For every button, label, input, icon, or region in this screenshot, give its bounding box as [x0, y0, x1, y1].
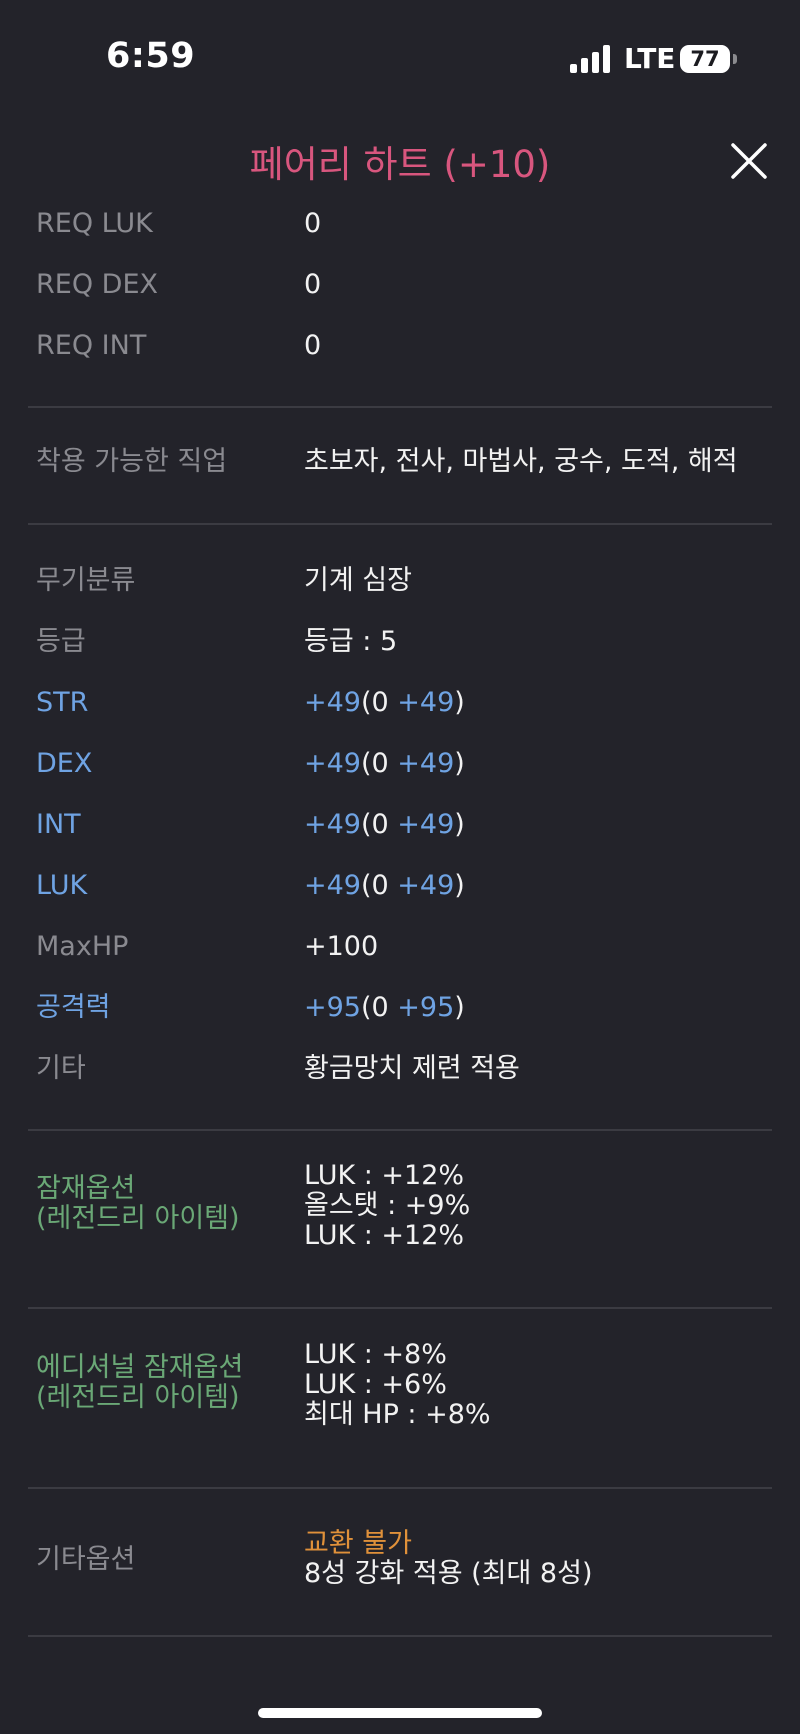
attack-label: 공격력 — [36, 992, 111, 1023]
additional-potential-line-2: LUK : +6% — [304, 1369, 447, 1400]
int-base: (0 — [360, 809, 398, 840]
additional-potential-label-line2: (레전드리 아이템) — [36, 1382, 240, 1413]
maxhp-value: +100 — [304, 931, 379, 962]
dex-close: ) — [454, 748, 465, 779]
int-bonus: +49 — [397, 809, 455, 840]
str-total: +49 — [304, 687, 361, 718]
luk-total: +49 — [304, 870, 361, 901]
item-title: 페어리 하트 (+10) — [249, 143, 551, 186]
battery-nub — [733, 54, 737, 64]
dex-base: (0 — [360, 748, 398, 779]
weapon-type-value: 기계 심장 — [304, 565, 412, 596]
luk-label: LUK — [36, 870, 88, 901]
luk-base: (0 — [360, 870, 398, 901]
jobs-value: 초보자, 전사, 마법사, 궁수, 도적, 해적 — [304, 446, 738, 477]
additional-potential-label: 에디셔널 잠재옵션 (레전드리 아이템) — [36, 1353, 243, 1413]
str-bonus: +49 — [397, 687, 455, 718]
divider — [28, 1487, 772, 1489]
status-bar: 6:59 LTE 77 — [0, 0, 800, 110]
divider — [28, 1635, 772, 1637]
attack-bonus: +95 — [397, 992, 455, 1023]
potential-label-line1: 잠재옵션 — [36, 1173, 136, 1204]
potential-line-3: LUK : +12% — [304, 1220, 465, 1251]
potential-values: LUK : +12% 올스탯 : +9% LUK : +12% — [304, 1161, 470, 1251]
int-total: +49 — [304, 809, 361, 840]
maxhp-label: MaxHP — [36, 931, 129, 962]
attack-value: +95(0 +95) — [304, 993, 465, 1023]
weapon-type-label: 무기분류 — [36, 565, 136, 596]
close-icon[interactable] — [730, 142, 768, 180]
req-int-label: REQ INT — [36, 330, 147, 361]
int-label: INT — [36, 809, 81, 840]
str-base: (0 — [360, 687, 398, 718]
potential-line-2: 올스탯 : +9% — [304, 1190, 471, 1221]
str-close: ) — [454, 687, 465, 718]
other-options-label: 기타옵션 — [36, 1544, 136, 1575]
luk-close: ) — [454, 870, 465, 901]
req-dex-value: 0 — [304, 269, 322, 300]
int-value: +49(0 +49) — [304, 810, 465, 840]
additional-potential-line-1: LUK : +8% — [304, 1339, 447, 1370]
etc-value: 황금망치 제련 적용 — [304, 1053, 520, 1084]
additional-potential-line-3: 최대 HP : +8% — [304, 1399, 491, 1430]
dex-bonus: +49 — [397, 748, 455, 779]
item-detail-screen: 6:59 LTE 77 페어리 하트 (+10) REQ LUK 0 REQ D… — [0, 0, 800, 1734]
luk-value: +49(0 +49) — [304, 871, 465, 901]
attack-close: ) — [454, 992, 465, 1023]
req-int-value: 0 — [304, 330, 322, 361]
attack-base: (0 — [360, 992, 398, 1023]
dex-value: +49(0 +49) — [304, 749, 465, 779]
divider — [28, 406, 772, 408]
potential-label-line2: (레전드리 아이템) — [36, 1203, 240, 1234]
grade-label: 등급 — [36, 626, 86, 657]
trade-status: 교환 불가 — [304, 1528, 412, 1559]
divider — [28, 1307, 772, 1309]
potential-line-1: LUK : +12% — [304, 1160, 465, 1191]
int-close: ) — [454, 809, 465, 840]
grade-value: 등급 : 5 — [304, 626, 398, 657]
divider — [28, 523, 772, 525]
luk-bonus: +49 — [397, 870, 455, 901]
network-type: LTE — [624, 42, 676, 75]
str-label: STR — [36, 687, 89, 718]
battery-icon: 77 — [680, 45, 730, 73]
etc-label: 기타 — [36, 1053, 86, 1084]
star-force-status: 8성 강화 적용 (최대 8성) — [304, 1558, 593, 1589]
other-options-values: 교환 불가 8성 강화 적용 (최대 8성) — [304, 1529, 592, 1589]
divider — [28, 1129, 772, 1131]
additional-potential-label-line1: 에디셔널 잠재옵션 — [36, 1352, 244, 1383]
status-time: 6:59 — [106, 36, 196, 76]
signal-icon — [570, 45, 610, 73]
dex-label: DEX — [36, 748, 93, 779]
req-dex-label: REQ DEX — [36, 269, 159, 300]
additional-potential-values: LUK : +8% LUK : +6% 최대 HP : +8% — [304, 1340, 491, 1430]
attack-total: +95 — [304, 992, 361, 1023]
req-luk-value: 0 — [304, 208, 322, 239]
dex-total: +49 — [304, 748, 361, 779]
req-luk-label: REQ LUK — [36, 208, 153, 239]
home-indicator[interactable] — [258, 1708, 542, 1718]
potential-label: 잠재옵션 (레전드리 아이템) — [36, 1174, 240, 1234]
str-value: +49(0 +49) — [304, 688, 465, 718]
jobs-label: 착용 가능한 직업 — [36, 446, 228, 477]
